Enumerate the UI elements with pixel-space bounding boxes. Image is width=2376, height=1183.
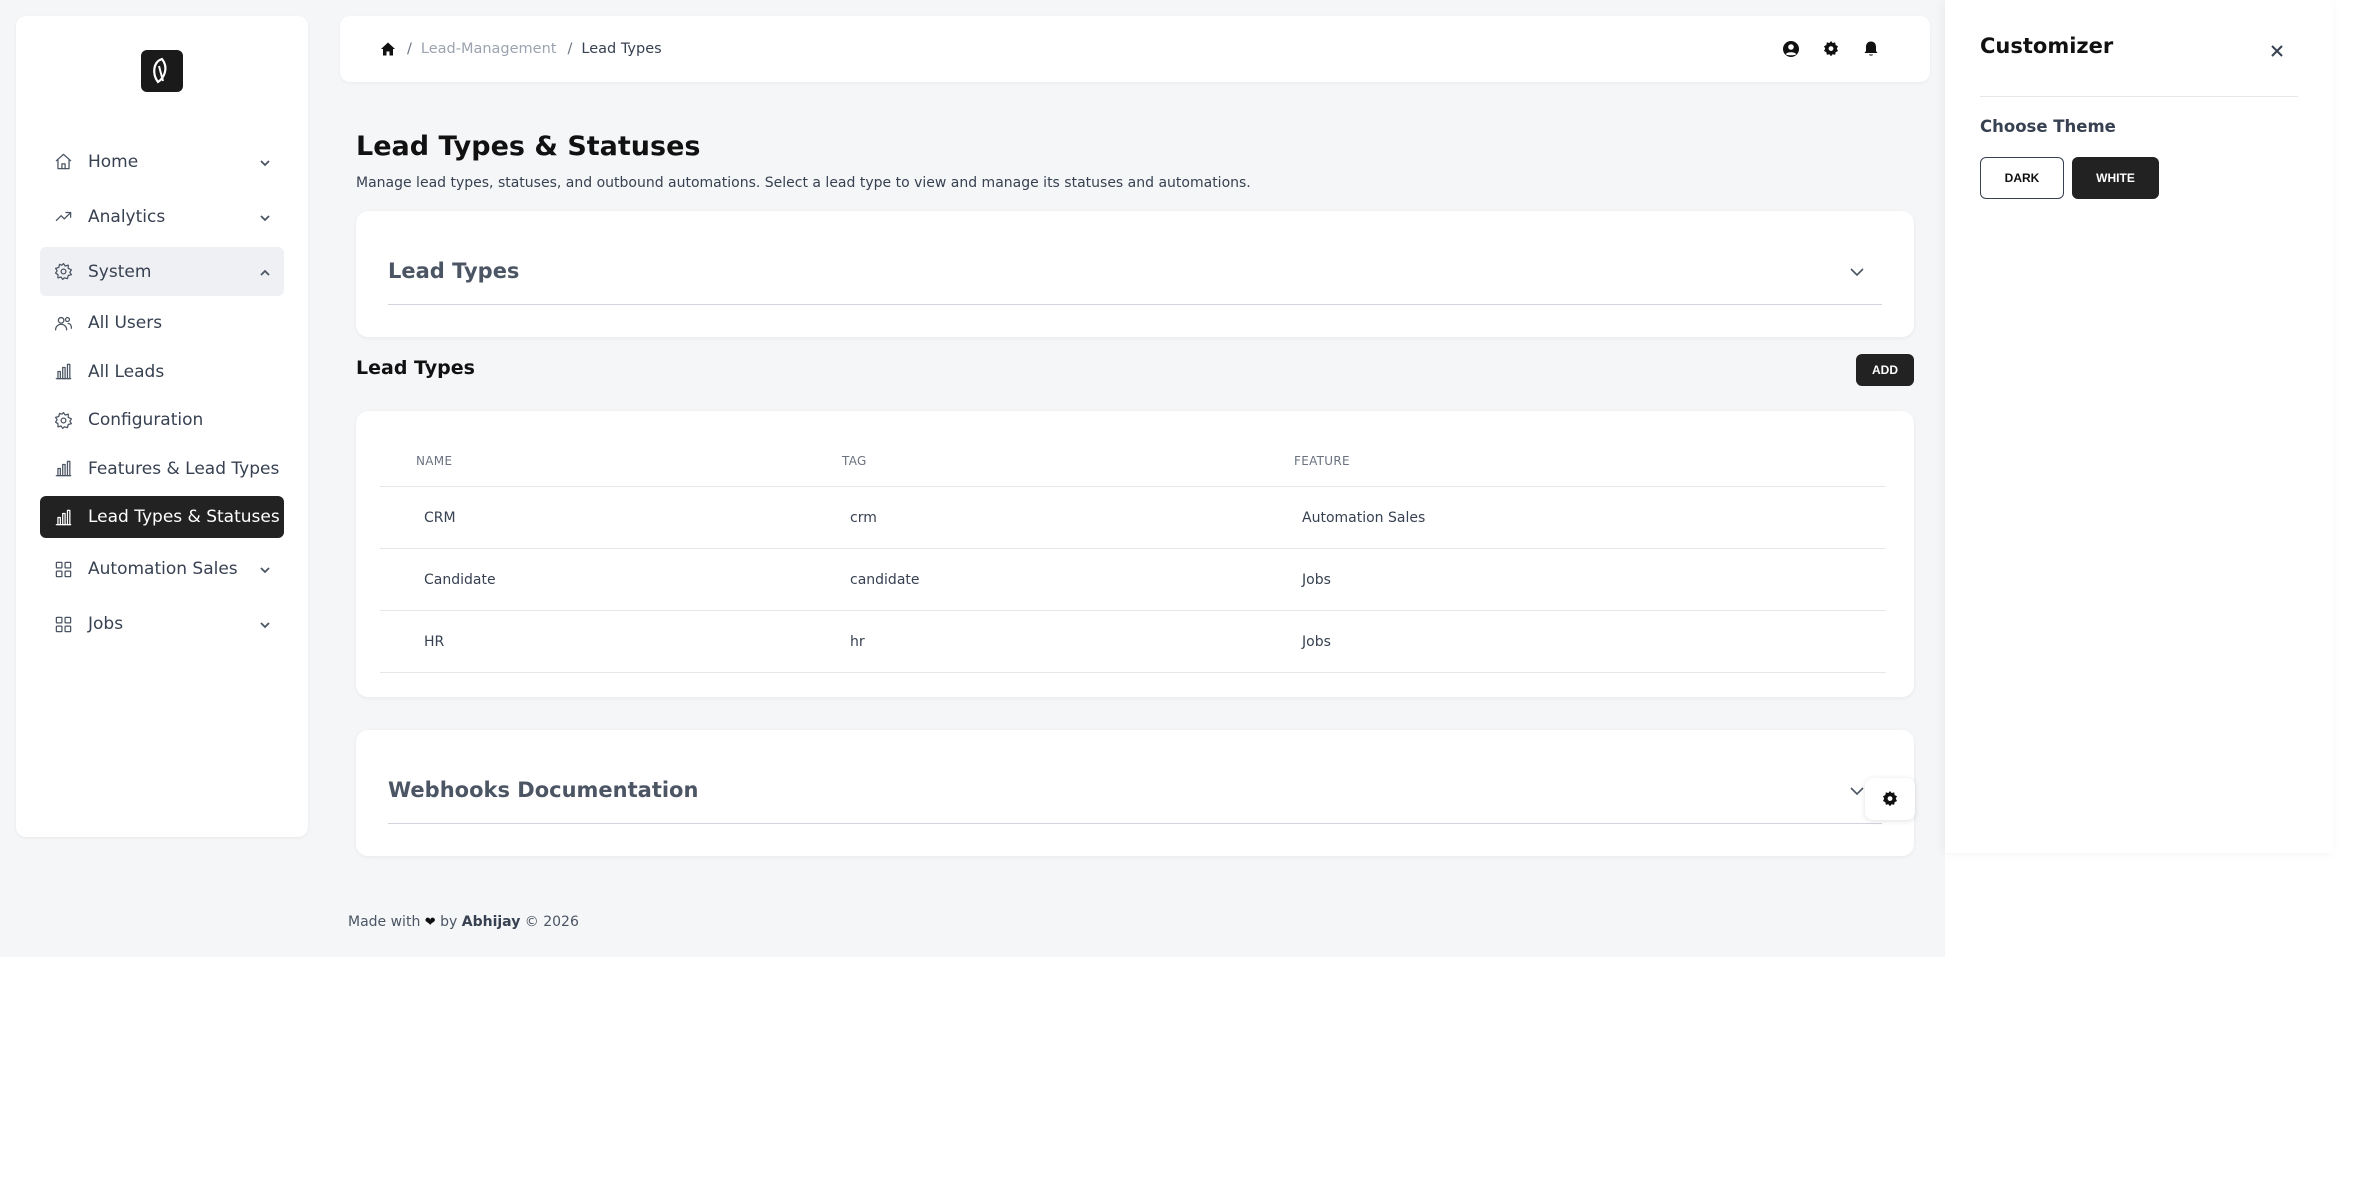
breadcrumb-separator: / <box>407 41 412 57</box>
lead-types-table: NAME TAG FEATURE CRM crm Automation Sale… <box>380 435 1886 673</box>
sidebar-item-label: Home <box>88 151 139 172</box>
footer-copyright: © 2026 <box>524 914 579 930</box>
column-header-name[interactable]: NAME <box>380 454 842 468</box>
sidebar-item-label: Automation Sales <box>88 559 238 579</box>
app-canvas: Home Analytics System All Users All Lead… <box>0 0 1945 957</box>
bar-chart-icon <box>53 507 73 527</box>
divider <box>388 304 1882 305</box>
accordion-title: Webhooks Documentation <box>388 778 699 802</box>
cell-tag: hr <box>850 633 865 650</box>
page-title: Lead Types & Statuses <box>356 131 701 162</box>
breadcrumb-lead-management[interactable]: Lead-Management <box>421 41 557 57</box>
sidebar-item-analytics[interactable]: Analytics <box>40 192 284 241</box>
lead-types-table-card: NAME TAG FEATURE CRM crm Automation Sale… <box>356 411 1914 697</box>
cell-tag: candidate <box>850 571 920 588</box>
gear-icon[interactable] <box>1822 40 1840 58</box>
gear-icon <box>53 262 73 282</box>
cell-tag: crm <box>850 509 877 526</box>
breadcrumb-separator: / <box>567 41 573 57</box>
cell-feature: Jobs <box>1302 571 1331 588</box>
bar-chart-icon <box>53 459 73 479</box>
chevron-down-icon[interactable] <box>1848 263 1866 281</box>
sidebar-item-label: System <box>88 261 152 282</box>
bar-chart-icon <box>53 362 73 382</box>
sidebar-item-all-leads[interactable]: All Leads <box>40 351 284 393</box>
chevron-up-icon <box>258 265 272 279</box>
sidebar-item-label: Configuration <box>88 410 204 430</box>
customizer-title: Customizer <box>1980 34 2114 58</box>
cell-feature: Jobs <box>1302 633 1331 650</box>
sidebar: Home Analytics System All Users All Lead… <box>16 16 308 837</box>
home-icon <box>53 152 73 172</box>
sidebar-item-all-users[interactable]: All Users <box>40 302 284 344</box>
breadcrumb: / Lead-Management / Lead Types <box>380 16 662 82</box>
lead-types-accordion[interactable]: Lead Types <box>356 211 1914 337</box>
chevron-down-icon[interactable] <box>1848 782 1866 800</box>
footer-by: by <box>440 914 458 930</box>
column-header-tag[interactable]: TAG <box>842 454 1294 468</box>
trend-icon <box>53 207 73 227</box>
bell-icon[interactable] <box>1862 40 1880 58</box>
chevron-down-icon <box>258 210 272 224</box>
chevron-down-icon <box>258 562 272 576</box>
leaf-logo-icon <box>153 57 167 84</box>
chevron-down-icon <box>258 155 272 169</box>
theme-label: Choose Theme <box>1980 117 2116 136</box>
top-bar-actions <box>1782 16 1880 82</box>
table-header: NAME TAG FEATURE <box>380 435 1886 487</box>
customizer-toggle-button[interactable] <box>1865 778 1915 820</box>
breadcrumb-current: Lead Types <box>581 41 662 57</box>
sidebar-item-lead-types-statuses[interactable]: Lead Types & Statuses <box>40 496 284 538</box>
sidebar-item-label: Analytics <box>88 206 166 227</box>
add-button[interactable]: ADD <box>1856 354 1914 386</box>
sidebar-item-features-lead-types[interactable]: Features & Lead Types <box>40 448 284 490</box>
sidebar-item-label: All Leads <box>88 361 165 382</box>
footer-made-with: Made with <box>348 914 421 930</box>
column-header-feature[interactable]: FEATURE <box>1294 454 1886 468</box>
table-row[interactable]: HR hr Jobs <box>380 611 1886 673</box>
grid-icon <box>53 614 73 634</box>
sidebar-item-automation-sales[interactable]: Automation Sales <box>40 545 284 594</box>
grid-icon <box>53 559 73 579</box>
sidebar-item-system[interactable]: System <box>40 247 284 296</box>
home-icon[interactable] <box>380 41 396 57</box>
sidebar-item-jobs[interactable]: Jobs <box>40 600 284 649</box>
divider <box>388 823 1882 824</box>
top-bar: / Lead-Management / Lead Types <box>340 16 1930 82</box>
cell-feature: Automation Sales <box>1302 509 1426 526</box>
table-row[interactable]: CRM crm Automation Sales <box>380 487 1886 549</box>
footer: Made with ❤ by Abhijay © 2026 <box>348 914 579 930</box>
cell-name: Candidate <box>424 571 496 588</box>
webhooks-accordion[interactable]: Webhooks Documentation <box>356 730 1914 856</box>
table-row[interactable]: Candidate candidate Jobs <box>380 549 1886 611</box>
sidebar-item-label: Features & Lead Types <box>88 458 280 479</box>
user-icon[interactable] <box>1782 40 1800 58</box>
page-description: Manage lead types, statuses, and outboun… <box>356 175 1251 191</box>
theme-dark-button[interactable]: DARK <box>1980 157 2064 199</box>
sidebar-item-label: All Users <box>88 313 163 333</box>
close-icon[interactable] <box>2268 42 2286 60</box>
footer-author-link[interactable]: Abhijay <box>462 914 521 930</box>
app-logo[interactable] <box>141 50 183 92</box>
sidebar-item-home[interactable]: Home <box>40 137 284 186</box>
theme-white-button[interactable]: WHITE <box>2072 157 2159 199</box>
sidebar-item-label: Jobs <box>88 614 124 634</box>
section-title: Lead Types <box>356 357 475 379</box>
customizer-panel: Customizer Choose Theme DARK WHITE <box>1945 0 2333 853</box>
accordion-title: Lead Types <box>388 259 520 283</box>
users-icon <box>53 313 73 333</box>
sidebar-item-configuration[interactable]: Configuration <box>40 399 284 441</box>
gear-icon <box>1883 791 1897 807</box>
sidebar-item-label: Lead Types & Statuses <box>88 507 280 527</box>
chevron-down-icon <box>258 617 272 631</box>
cell-name: HR <box>424 633 445 650</box>
heart-icon: ❤ <box>424 915 436 930</box>
cell-name: CRM <box>424 509 456 526</box>
gear-icon <box>53 410 73 430</box>
divider <box>1980 96 2298 97</box>
sidebar-nav: Home Analytics System All Users All Lead… <box>40 137 284 655</box>
